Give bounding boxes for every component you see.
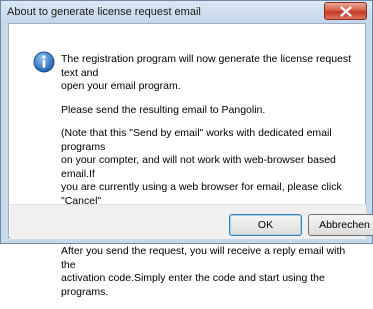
message-paragraph-send: Please send the resulting email to Pango…: [61, 103, 266, 116]
message-text: The registration program will now genera…: [61, 53, 361, 309]
title-bar[interactable]: About to generate license request email: [1, 1, 372, 23]
message-paragraph-intro: The registration program will now genera…: [61, 53, 352, 92]
ok-button[interactable]: OK: [229, 214, 302, 236]
dialog-window: About to generate license request email …: [0, 0, 373, 298]
dialog-content: The registration program will now genera…: [8, 23, 373, 298]
close-icon: [340, 6, 352, 17]
button-bar: OK Abbrechen: [10, 204, 373, 239]
cancel-button[interactable]: Abbrechen: [308, 214, 373, 236]
dialog-title: About to generate license request email: [7, 6, 201, 18]
message-paragraph-after: After you send the request, you will rec…: [61, 245, 346, 298]
info-icon: [33, 51, 55, 73]
close-button[interactable]: [324, 2, 367, 20]
